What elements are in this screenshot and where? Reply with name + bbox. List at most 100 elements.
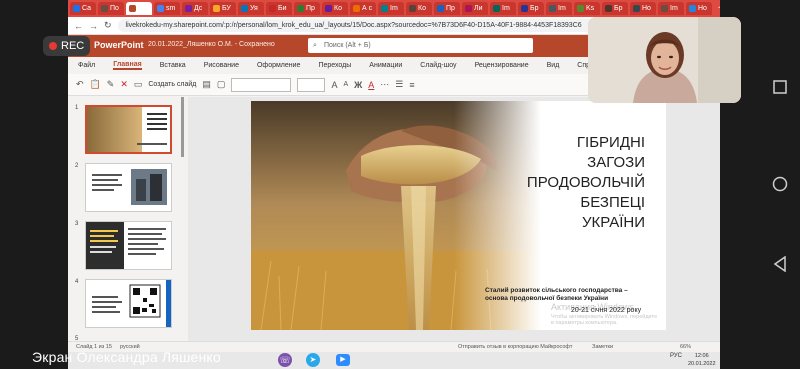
slide-date[interactable]: 20-21 січня 2022 року [571,307,641,314]
paste-icon[interactable]: 📋 [90,79,101,90]
browser-tab[interactable]: Пр [434,2,460,15]
ribbon-tab[interactable]: Рецензирование [475,62,529,69]
ribbon-tab[interactable]: Вид [547,62,560,69]
title-line: БЕЗПЕЦІ [580,194,645,211]
browser-tab-label: Пр [306,5,315,12]
favicon-icon [269,5,276,12]
ribbon-tab[interactable]: Рисование [204,62,239,69]
browser-tab[interactable]: Уя [238,2,264,15]
browser-tab[interactable]: Пр [294,2,320,15]
font-color-button[interactable]: A [368,80,374,90]
browser-tab-label: Бр [530,5,539,12]
viber-icon[interactable]: ☏ [278,353,292,367]
browser-tab[interactable]: Бр [602,2,628,15]
browser-tab[interactable]: Са [70,2,96,15]
ribbon-tab[interactable]: Файл [78,62,95,69]
slide-thumbnail-2[interactable] [85,163,172,212]
favicon-icon [633,5,640,12]
clock[interactable]: 12:06 20.01.2022 [688,352,716,368]
favicon-icon [213,5,220,12]
favicon-icon [73,5,80,12]
format-painter-icon[interactable]: ✎ [107,79,115,90]
ribbon-tab[interactable]: Вставка [160,62,186,69]
thumbnail-scrollbar[interactable] [181,97,184,157]
slide-thumbnail-3[interactable] [85,221,172,270]
thumbnail-1-preview [87,107,170,152]
ribbon-tab[interactable]: Оформление [257,62,300,69]
browser-tab-label: Бр [614,5,623,12]
android-home-icon[interactable] [758,176,800,192]
current-slide[interactable]: ГІБРИДНІ ЗАГОЗИ ПРОДОВОЛЬЧІЙ БЕЗПЕЦІ УКР… [251,101,666,330]
browser-tab[interactable]: Бр [518,2,544,15]
ribbon-tab[interactable]: Слайд-шоу [420,62,456,69]
reload-icon[interactable]: ↻ [104,20,112,31]
title-line: УКРАЇНИ [581,214,645,231]
favicon-icon [577,5,584,12]
shrink-font-icon[interactable]: A [343,81,348,88]
favicon-icon [157,5,164,12]
delete-icon[interactable]: ✕ [120,79,128,90]
zoom-app-icon[interactable]: ▶ [336,354,350,366]
browser-tab-label: Би [278,5,287,12]
forward-arrow-icon[interactable]: → [89,21,98,31]
font-size-select[interactable] [297,77,326,92]
slide-thumbnail-4[interactable] [85,279,172,328]
browser-tab[interactable]: Ко [406,2,432,15]
browser-tab[interactable]: Im [658,2,684,15]
more-options-icon[interactable]: ⋯ [380,79,389,90]
new-slide-button[interactable]: Создать слайд [148,81,196,88]
browser-tab[interactable]: БУ [210,2,236,15]
favicon-icon [185,5,192,12]
browser-tab[interactable]: Дс [182,2,208,15]
ribbon-tab[interactable]: Анимации [369,62,402,69]
browser-tab[interactable]: Im [490,2,516,15]
browser-tab-label: БУ [222,5,231,12]
font-name-select[interactable] [231,77,292,92]
grow-font-icon[interactable]: A [331,80,337,90]
recording-indicator[interactable]: REC [43,36,90,56]
browser-tab[interactable]: Би [266,2,292,15]
browser-tab[interactable] [126,2,152,15]
telegram-icon[interactable]: ➤ [306,353,320,367]
keyboard-language[interactable]: РУС [670,353,682,359]
ribbon-tab[interactable]: Переходы [318,62,351,69]
favicon-icon [381,5,388,12]
windows-activation-hint: Чтобы активировать Windows, перейдите в … [551,314,658,326]
numbering-icon[interactable]: ≡ [409,80,414,90]
slide-subtitle[interactable]: Сталий розвиток сільського господарства … [485,287,645,303]
undo-icon[interactable]: ↶ [76,79,84,90]
bold-button[interactable]: Ж [354,80,362,90]
layout-icon[interactable]: ▤ [202,79,211,90]
browser-tab[interactable]: Im [378,2,404,15]
browser-tab[interactable]: Ко [322,2,348,15]
favicon-icon [325,5,332,12]
slide-title[interactable]: ГІБРИДНІ ЗАГОЗИ ПРОДОВОЛЬЧІЙ БЕЗПЕЦІ УКР… [513,133,645,233]
new-tab-icon[interactable]: + [718,3,720,14]
browser-tab-label: Im [670,5,678,12]
browser-tab[interactable]: Ho [686,2,712,15]
browser-tab[interactable]: Ks [574,2,600,15]
browser-tab-label: А с [362,5,373,12]
browser-tab[interactable]: По [98,2,124,15]
browser-tab[interactable]: Ho [630,2,656,15]
browser-tab[interactable]: sm [154,2,180,15]
search-input[interactable]: ⌕ Поиск (Alt + Б) [308,38,533,53]
browser-tab-label: Уя [250,5,258,12]
favicon-icon [437,5,444,12]
slide-thumbnail-1[interactable] [85,105,172,154]
android-back-icon[interactable] [758,256,800,272]
document-title[interactable]: 20.01.2022_Ляшенко О.М. - Сохранено [148,41,275,48]
shape-icon[interactable]: ▢ [217,79,226,90]
bullets-icon[interactable]: ☰ [395,79,403,90]
browser-tab[interactable]: Im [546,2,572,15]
browser-tab[interactable]: А с [350,2,376,15]
browser-tab[interactable]: Ли [462,2,488,15]
browser-tab-label: Са [82,5,92,12]
android-back-square-icon[interactable] [758,80,800,94]
browser-tab-label: Ho [698,5,707,12]
thumbnail-2-preview [92,169,167,205]
slide-editor: ГІБРИДНІ ЗАГОЗИ ПРОДОВОЛЬЧІЙ БЕЗПЕЦІ УКР… [188,97,720,341]
new-slide-icon[interactable]: ▭ [134,79,143,90]
back-arrow-icon[interactable]: ← [74,21,83,31]
ribbon-tab[interactable]: Главная [113,61,142,70]
